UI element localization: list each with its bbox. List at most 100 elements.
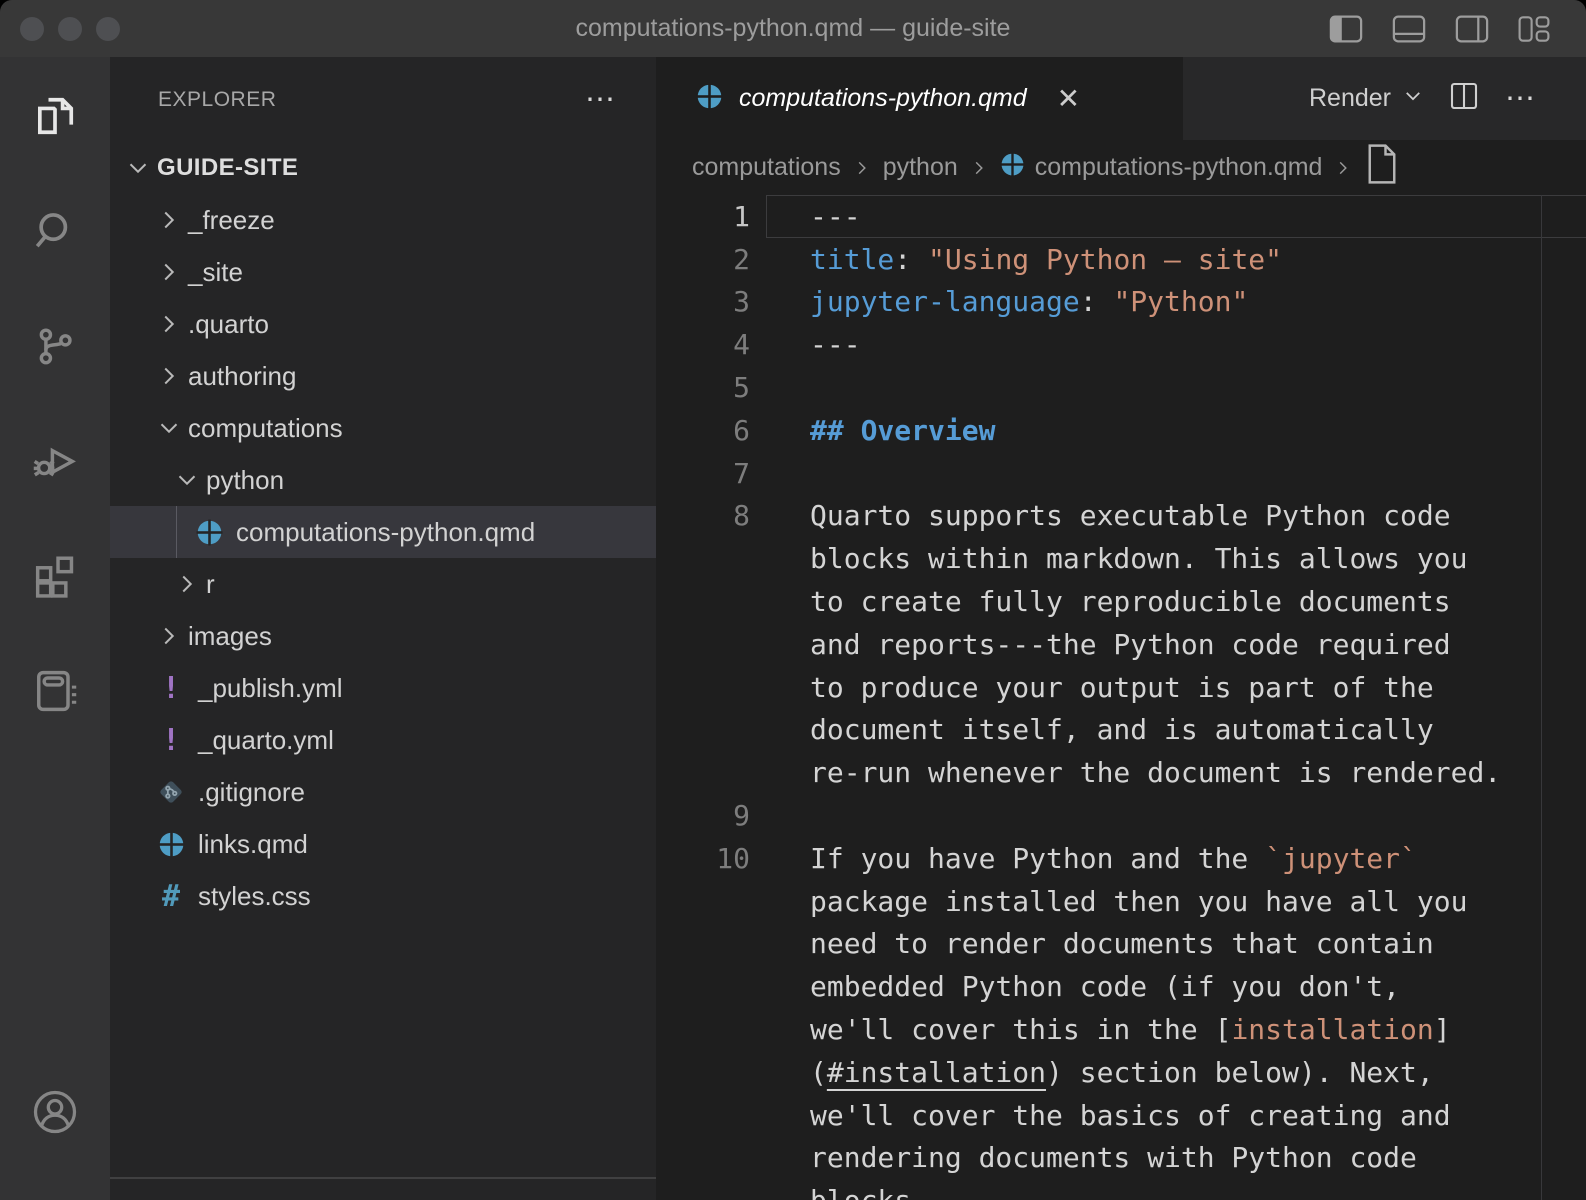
breadcrumb: computations python computations-python.… bbox=[656, 140, 1586, 195]
code-line[interactable]: 2title: "Using Python – site" bbox=[656, 238, 1586, 281]
code-line[interactable]: blocks within markdown. This allows you bbox=[656, 537, 1586, 580]
traffic-lights bbox=[0, 17, 120, 41]
code-line[interactable]: 10If you have Python and the `jupyter` bbox=[656, 837, 1586, 880]
toggle-secondary-sidebar-icon[interactable] bbox=[1455, 15, 1489, 43]
line-number: 6 bbox=[656, 414, 750, 447]
code-line[interactable]: 8Quarto supports executable Python code bbox=[656, 495, 1586, 538]
tree-item-label: python bbox=[206, 465, 284, 496]
code-text: re-run whenever the document is rendered… bbox=[750, 756, 1501, 789]
tree-item-styles-css[interactable]: #styles.css bbox=[110, 870, 656, 922]
file-tree: GUIDE-SITE_freeze_site.quartoauthoringco… bbox=[110, 142, 656, 922]
tree-item-label: _quarto.yml bbox=[198, 725, 334, 756]
code-text: --- bbox=[750, 328, 861, 361]
line-number: 10 bbox=[656, 842, 750, 875]
code-line[interactable]: we'll cover the basics of creating and bbox=[656, 1094, 1586, 1137]
line-number: 9 bbox=[656, 799, 750, 832]
code-text: title: "Using Python – site" bbox=[750, 243, 1282, 276]
code-text: jupyter-language: "Python" bbox=[750, 285, 1248, 318]
tree-item-authoring[interactable]: authoring bbox=[110, 350, 656, 402]
tree-item-label: .quarto bbox=[188, 309, 269, 340]
line-number: 1 bbox=[656, 200, 750, 233]
code-line[interactable]: rendering documents with Python code bbox=[656, 1137, 1586, 1180]
tree-item-r[interactable]: r bbox=[110, 558, 656, 610]
code-line[interactable]: 1--- bbox=[656, 195, 1586, 238]
notebook-extension-icon[interactable] bbox=[29, 665, 81, 717]
editor-group: computations-python.qmd ✕ Render ⋯ bbox=[656, 57, 1586, 1200]
code-line[interactable]: 7 bbox=[656, 452, 1586, 495]
code-line[interactable]: (#installation) section below). Next, bbox=[656, 1051, 1586, 1094]
tree-item-label: r bbox=[206, 569, 215, 600]
editor-more-actions-icon[interactable]: ⋯ bbox=[1505, 94, 1538, 104]
chevron-right-icon bbox=[174, 572, 200, 596]
tree-item-guide-site[interactable]: GUIDE-SITE bbox=[110, 142, 656, 194]
minimize-window-button[interactable] bbox=[58, 17, 82, 41]
code-text: we'll cover this in the [installation] bbox=[750, 1013, 1451, 1046]
code-text: embedded Python code (if you don't, bbox=[750, 970, 1400, 1003]
titlebar: computations-python.qmd — guide-site bbox=[0, 0, 1586, 57]
code-line[interactable]: to produce your output is part of the bbox=[656, 666, 1586, 709]
chevron-down-icon bbox=[125, 156, 151, 180]
tree-item-images[interactable]: images bbox=[110, 610, 656, 662]
tree-item-label: images bbox=[188, 621, 272, 652]
account-icon[interactable] bbox=[29, 1086, 81, 1138]
tree-item--quarto[interactable]: .quarto bbox=[110, 298, 656, 350]
render-button[interactable]: Render bbox=[1309, 84, 1423, 113]
breadcrumb-folder[interactable]: python bbox=[883, 153, 958, 182]
code-line[interactable]: embedded Python code (if you don't, bbox=[656, 965, 1586, 1008]
quarto-file-icon bbox=[156, 831, 186, 858]
code-line[interactable]: re-run whenever the document is rendered… bbox=[656, 751, 1586, 794]
code-text: If you have Python and the `jupyter` bbox=[750, 842, 1417, 875]
explorer-icon[interactable] bbox=[29, 90, 81, 142]
code-text: ## Overview bbox=[750, 414, 995, 447]
code-line[interactable]: blocks. bbox=[656, 1179, 1586, 1200]
tree-item--gitignore[interactable]: .gitignore bbox=[110, 766, 656, 818]
toggle-panel-icon[interactable] bbox=[1392, 15, 1426, 43]
extensions-icon[interactable] bbox=[29, 550, 81, 602]
editor-ruler bbox=[1541, 195, 1542, 1200]
tree-item--quarto-yml[interactable]: !_quarto.yml bbox=[110, 714, 656, 766]
code-line[interactable]: document itself, and is automatically bbox=[656, 709, 1586, 752]
code-line[interactable]: package installed then you have all you bbox=[656, 880, 1586, 923]
tab-close-icon[interactable]: ✕ bbox=[1057, 82, 1080, 115]
source-control-icon[interactable] bbox=[29, 320, 81, 372]
code-line[interactable]: 3jupyter-language: "Python" bbox=[656, 281, 1586, 324]
code-line[interactable]: 6## Overview bbox=[656, 409, 1586, 452]
search-icon[interactable] bbox=[29, 205, 81, 257]
toggle-primary-sidebar-icon[interactable] bbox=[1329, 15, 1363, 43]
tree-item--site[interactable]: _site bbox=[110, 246, 656, 298]
tree-item-computations-python-qmd[interactable]: computations-python.qmd bbox=[110, 506, 656, 558]
code-line[interactable]: 9 bbox=[656, 794, 1586, 837]
split-editor-icon[interactable] bbox=[1449, 80, 1479, 117]
code-line[interactable]: 4--- bbox=[656, 323, 1586, 366]
tree-item-label: .gitignore bbox=[198, 777, 305, 808]
tab-label: computations-python.qmd bbox=[739, 84, 1027, 113]
breadcrumb-file[interactable]: computations-python.qmd bbox=[1000, 152, 1323, 184]
run-debug-icon[interactable] bbox=[29, 435, 81, 487]
tree-item-links-qmd[interactable]: links.qmd bbox=[110, 818, 656, 870]
code-line[interactable]: we'll cover this in the [installation] bbox=[656, 1008, 1586, 1051]
tab-computations-python[interactable]: computations-python.qmd ✕ bbox=[656, 57, 1183, 140]
line-number: 4 bbox=[656, 328, 750, 361]
quarto-file-icon bbox=[1000, 152, 1025, 184]
code-line[interactable]: 5 bbox=[656, 366, 1586, 409]
zoom-window-button[interactable] bbox=[96, 17, 120, 41]
chevron-right-icon bbox=[156, 208, 182, 232]
tree-item--publish-yml[interactable]: !_publish.yml bbox=[110, 662, 656, 714]
code-editor[interactable]: 1---2title: "Using Python – site"3jupyte… bbox=[656, 195, 1586, 1200]
tree-item-computations[interactable]: computations bbox=[110, 402, 656, 454]
close-window-button[interactable] bbox=[20, 17, 44, 41]
code-text: and reports---the Python code required bbox=[750, 628, 1451, 661]
code-line[interactable]: and reports---the Python code required bbox=[656, 623, 1586, 666]
outline-section-header[interactable]: OUTLINE bbox=[110, 1177, 656, 1200]
explorer-title: EXPLORER bbox=[158, 88, 276, 112]
tree-item-python[interactable]: python bbox=[110, 454, 656, 506]
breadcrumb-folder[interactable]: computations bbox=[692, 153, 841, 182]
tree-item--freeze[interactable]: _freeze bbox=[110, 194, 656, 246]
code-line[interactable]: to create fully reproducible documents bbox=[656, 580, 1586, 623]
tab-bar: computations-python.qmd ✕ Render ⋯ bbox=[656, 57, 1586, 140]
customize-layout-icon[interactable] bbox=[1518, 15, 1550, 43]
chevron-right-icon bbox=[156, 624, 182, 648]
code-line[interactable]: need to render documents that contain bbox=[656, 923, 1586, 966]
vscode-window: computations-python.qmd — guide-site bbox=[0, 0, 1586, 1200]
explorer-more-actions-icon[interactable]: ⋯ bbox=[585, 90, 618, 110]
